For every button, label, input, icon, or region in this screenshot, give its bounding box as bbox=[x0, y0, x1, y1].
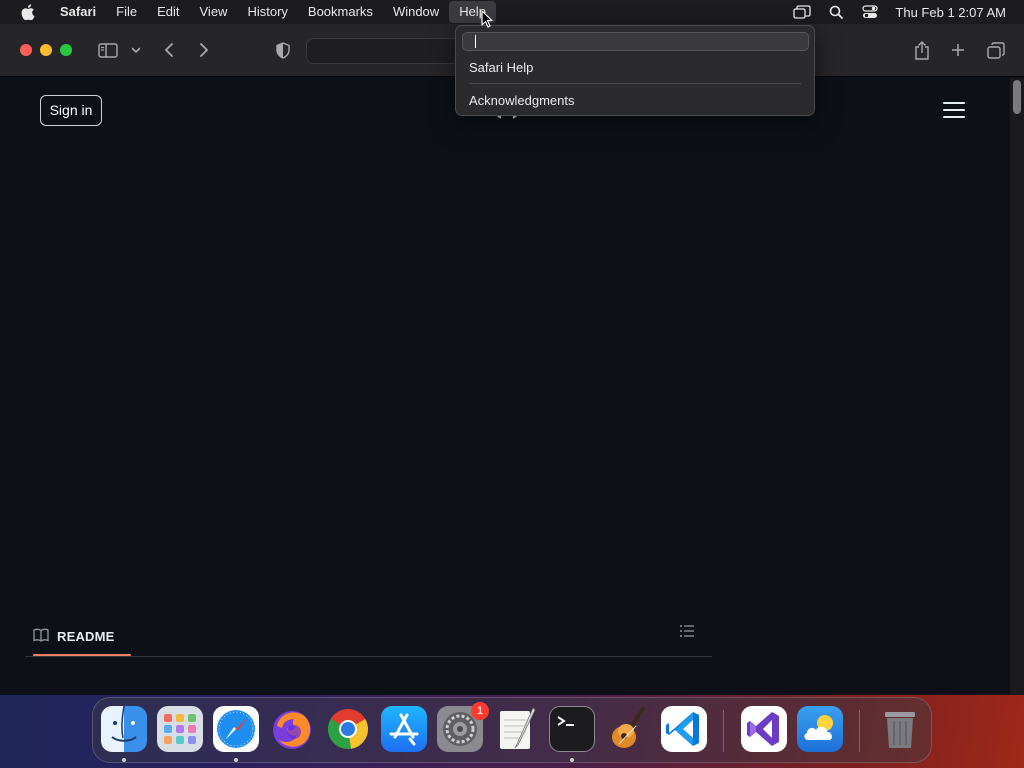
maximize-window-button[interactable] bbox=[60, 44, 72, 56]
readme-tab[interactable]: README bbox=[33, 618, 115, 654]
safari-window: Sign in README bbox=[0, 24, 1024, 695]
hamburger-menu-icon[interactable] bbox=[943, 102, 965, 118]
readme-label: README bbox=[57, 628, 115, 644]
new-tab-icon[interactable] bbox=[948, 38, 968, 62]
mouse-pointer-icon bbox=[481, 10, 493, 33]
book-icon bbox=[33, 628, 49, 645]
dock-separator bbox=[859, 710, 860, 752]
chrome-icon[interactable] bbox=[325, 706, 371, 752]
spotlight-search-icon[interactable] bbox=[826, 0, 846, 24]
launchpad-icon[interactable] bbox=[157, 706, 203, 752]
scrollbar-track[interactable] bbox=[1010, 78, 1024, 695]
help-menu-dropdown: Safari Help Acknowledgments bbox=[455, 25, 815, 116]
dock-separator bbox=[723, 710, 724, 752]
menu-view[interactable]: View bbox=[190, 1, 238, 23]
garageband-icon[interactable] bbox=[605, 706, 651, 752]
sign-in-button[interactable]: Sign in bbox=[40, 95, 102, 126]
app-store-icon[interactable] bbox=[381, 706, 427, 752]
menu-bar: Safari File Edit View History Bookmarks … bbox=[0, 0, 1024, 24]
safari-icon[interactable] bbox=[213, 706, 259, 752]
help-search-input[interactable] bbox=[462, 32, 809, 51]
readme-divider bbox=[25, 656, 712, 657]
running-indicator bbox=[570, 758, 574, 762]
privacy-shield-icon[interactable] bbox=[274, 38, 292, 62]
finder-icon[interactable] bbox=[101, 706, 147, 752]
trash-icon[interactable] bbox=[877, 706, 923, 752]
share-icon[interactable] bbox=[912, 38, 932, 62]
notification-badge: 1 bbox=[471, 702, 489, 720]
menu-window[interactable]: Window bbox=[383, 1, 449, 23]
weather-icon[interactable] bbox=[797, 706, 843, 752]
table-of-contents-icon[interactable] bbox=[679, 623, 695, 639]
terminal-icon[interactable] bbox=[549, 706, 595, 752]
dock: 1 bbox=[92, 697, 932, 763]
visual-studio-icon[interactable] bbox=[741, 706, 787, 752]
menu-bar-clock[interactable]: Thu Feb 1 2:07 AM bbox=[895, 5, 1006, 20]
close-window-button[interactable] bbox=[20, 44, 32, 56]
tab-overview-icon[interactable] bbox=[985, 38, 1007, 62]
menu-app-name[interactable]: Safari bbox=[50, 1, 106, 23]
menu-bookmarks[interactable]: Bookmarks bbox=[298, 1, 383, 23]
minimize-window-button[interactable] bbox=[40, 44, 52, 56]
web-page-content: Sign in README bbox=[0, 78, 1010, 695]
sidebar-toggle-icon[interactable] bbox=[96, 38, 120, 62]
back-icon[interactable] bbox=[160, 38, 178, 62]
status-area: Thu Feb 1 2:07 AM bbox=[785, 0, 1024, 24]
menu-item-safari-help[interactable]: Safari Help bbox=[469, 60, 533, 75]
apple-menu-icon[interactable] bbox=[18, 0, 38, 24]
menu-file[interactable]: File bbox=[106, 1, 147, 23]
textedit-icon[interactable] bbox=[493, 706, 539, 752]
vscode-icon[interactable] bbox=[661, 706, 707, 752]
menu-history[interactable]: History bbox=[237, 1, 297, 23]
running-indicator bbox=[122, 758, 126, 762]
running-indicator bbox=[234, 758, 238, 762]
menu-separator bbox=[469, 83, 801, 84]
control-center-icon[interactable] bbox=[860, 0, 880, 24]
menu-edit[interactable]: Edit bbox=[147, 1, 189, 23]
chevron-down-icon[interactable] bbox=[129, 38, 143, 62]
scrollbar-thumb[interactable] bbox=[1013, 80, 1021, 114]
text-caret bbox=[475, 35, 476, 48]
firefox-icon[interactable] bbox=[269, 706, 315, 752]
menu-item-acknowledgments[interactable]: Acknowledgments bbox=[469, 93, 575, 108]
screen-mirroring-icon[interactable] bbox=[792, 0, 812, 24]
forward-icon[interactable] bbox=[195, 38, 213, 62]
